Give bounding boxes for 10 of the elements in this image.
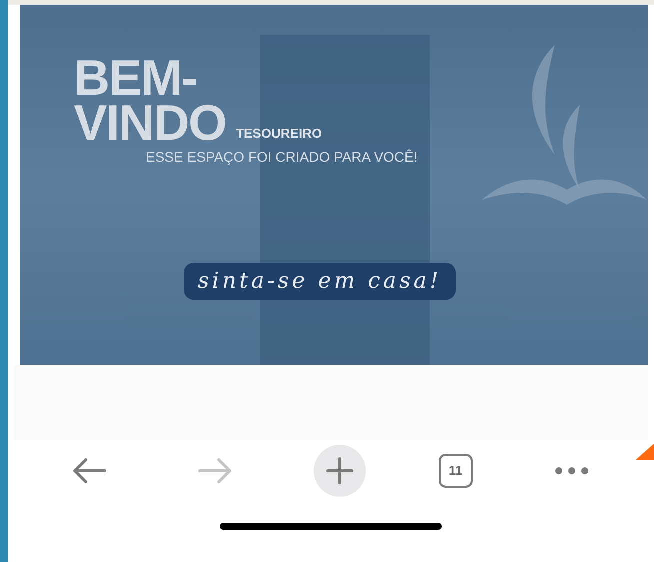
- more-icon: [554, 467, 589, 475]
- welcome-heading: BEM-: [74, 57, 197, 99]
- back-arrow-icon: [73, 458, 108, 484]
- forward-arrow-icon: [198, 458, 232, 484]
- tagline-banner: sinta-se em casa!: [184, 263, 456, 300]
- tabs-button[interactable]: 11: [438, 454, 473, 488]
- welcome-heading: VINDO: [74, 99, 226, 147]
- role-label: TESOUREIRO: [236, 124, 322, 142]
- banner-subtitle: ESSE ESPAÇO FOI CRIADO PARA VOCÊ!: [146, 148, 418, 167]
- plus-icon: [326, 457, 354, 485]
